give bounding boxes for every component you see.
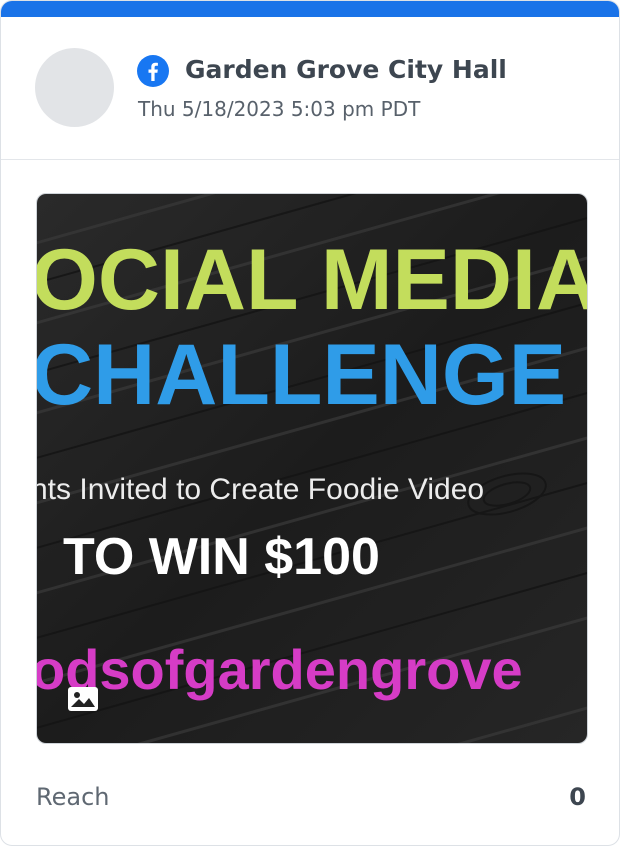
metric-value: 0 — [569, 783, 586, 811]
post-timestamp: Thu 5/18/2023 5:03 pm PDT — [138, 97, 421, 121]
metric-label: Reach — [36, 783, 110, 811]
image-subtitle: nts Invited to Create Foodie Video — [37, 473, 484, 506]
facebook-icon — [137, 55, 169, 87]
image-icon — [68, 687, 98, 711]
avatar[interactable] — [35, 48, 114, 127]
post-card: Garden Grove City Hall Thu 5/18/2023 5:0… — [0, 0, 620, 846]
post-header: Garden Grove City Hall Thu 5/18/2023 5:0… — [1, 17, 619, 160]
accent-bar — [1, 1, 619, 17]
post-image[interactable]: OCIAL MEDIA CHALLENGE nts Invited to Cre… — [36, 193, 588, 744]
image-headline-2: CHALLENGE — [37, 327, 566, 423]
image-headline-1: OCIAL MEDIA — [37, 232, 588, 328]
image-hashtag: odsofgardengrove — [37, 638, 523, 701]
image-prize-text: TO WIN $100 — [63, 528, 380, 586]
page-name[interactable]: Garden Grove City Hall — [185, 55, 507, 84]
post-image-graphic: OCIAL MEDIA CHALLENGE nts Invited to Cre… — [37, 194, 588, 743]
